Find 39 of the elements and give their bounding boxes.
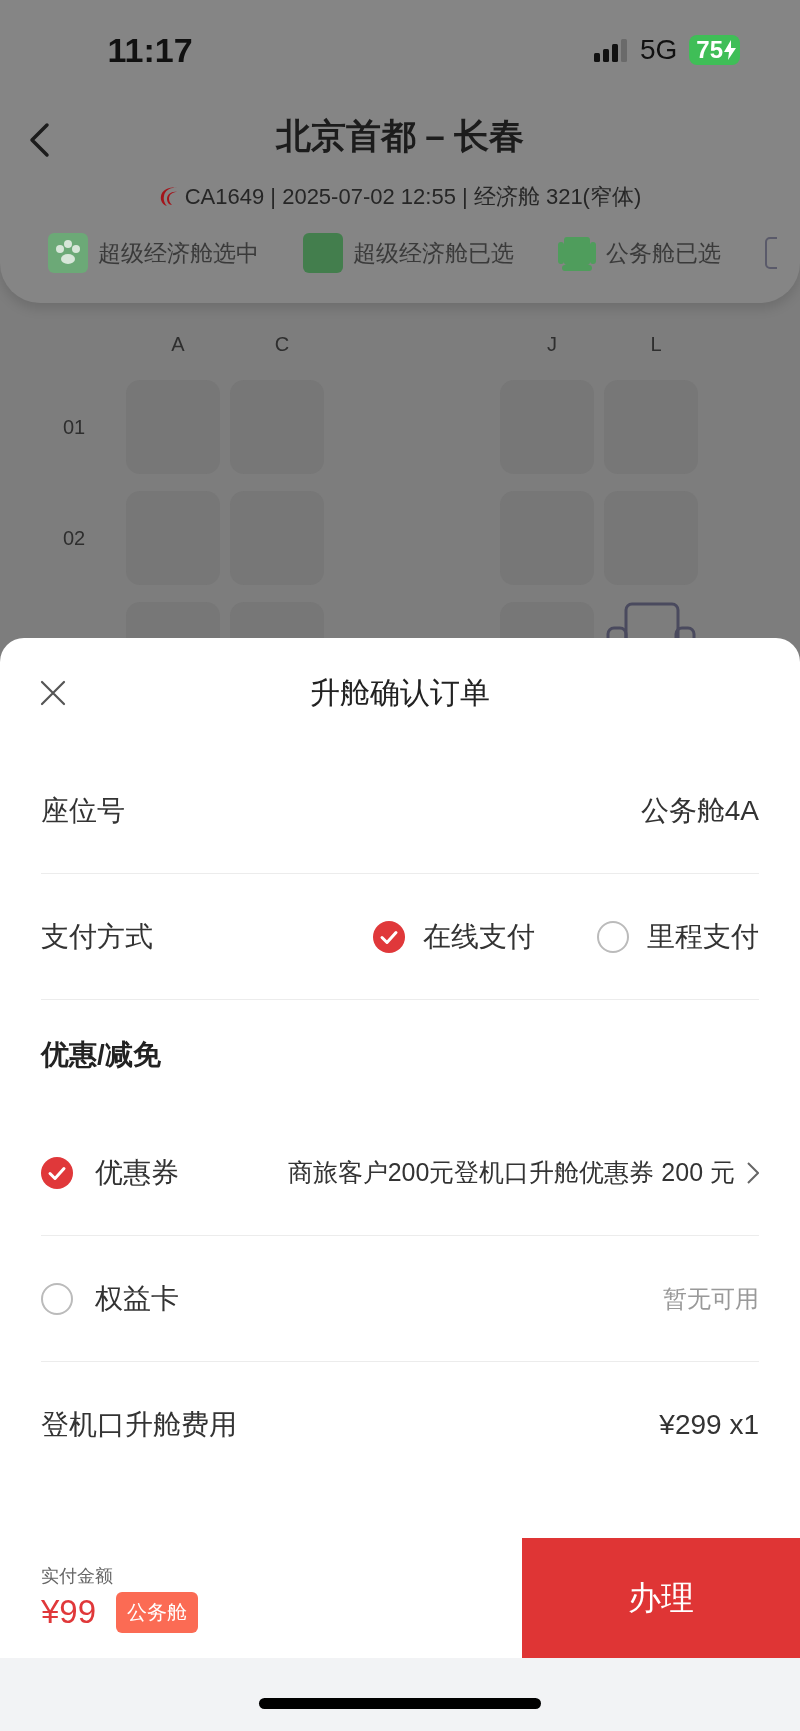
close-icon[interactable]: [40, 680, 66, 706]
battery-indicator: 75: [689, 35, 740, 65]
column-label: L: [649, 331, 663, 357]
seat-selecting-icon: [48, 233, 88, 273]
sheet-title: 升舱确认订单: [310, 674, 490, 711]
submit-button[interactable]: 办理: [522, 1538, 800, 1658]
field-label: 权益卡: [95, 1281, 179, 1316]
field-label: 登机口升舱费用: [41, 1407, 237, 1442]
legend-label: 超级经济舱已选: [353, 238, 514, 268]
column-label: A: [170, 331, 186, 357]
seat-selected-icon: [303, 233, 343, 273]
business-seat-icon: [558, 234, 596, 272]
route-title: 北京首都 – 长春: [275, 114, 525, 157]
signal-icon: [593, 38, 628, 62]
field-label: 支付方式: [41, 919, 153, 954]
legend-label: 公务舱已选: [606, 238, 721, 268]
column-label: J: [546, 331, 558, 357]
clock: 11:17: [106, 30, 194, 70]
chevron-right-icon[interactable]: [747, 1161, 759, 1184]
total-price: ¥99: [41, 1593, 97, 1631]
field-value: 公务舱4A: [640, 793, 759, 828]
column-label: C: [273, 331, 291, 357]
payment-option[interactable]: 在线支付: [373, 917, 535, 956]
field-label: 座位号: [41, 793, 125, 828]
field-value: ¥299 x1: [659, 1408, 759, 1441]
network-label: 5G: [639, 34, 678, 66]
legend-label: 超级经济舱选中: [98, 238, 259, 268]
discount-value: 商旅客户200元登机口升舱优惠券 200 元: [287, 1157, 735, 1188]
discount-value: 暂无可用: [663, 1283, 759, 1314]
back-icon[interactable]: [28, 122, 50, 158]
section-heading: 优惠/减免: [41, 1038, 161, 1072]
seat-outline-icon: [765, 234, 777, 272]
cabin-badge: 公务舱: [116, 1591, 199, 1633]
row-label: 01: [62, 415, 86, 439]
total-label: 实付金额: [41, 1564, 114, 1588]
payment-option[interactable]: 里程支付: [597, 917, 759, 956]
flight-info: CA1649 | 2025-07-02 12:55 | 经济舱 321(窄体): [184, 183, 642, 211]
row-label: 02: [62, 526, 86, 550]
field-label: 优惠券: [95, 1155, 179, 1190]
